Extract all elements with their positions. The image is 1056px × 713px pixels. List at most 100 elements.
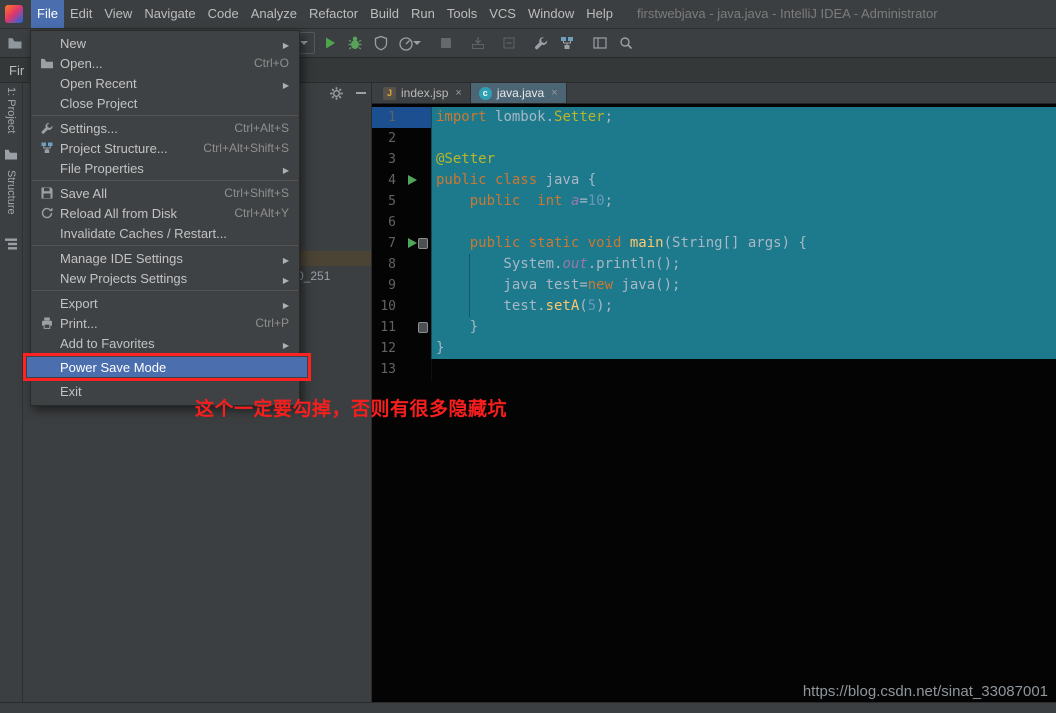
menu-item-export[interactable]: Export [31,293,299,313]
menubar-item-help[interactable]: Help [580,0,619,28]
close-tab-icon[interactable] [455,87,461,99]
code-text[interactable]: import lombok.Setter; [431,107,1056,128]
menu-item-print[interactable]: Print... Ctrl+P [31,313,299,333]
tab-java-java[interactable]: c java.java [470,83,567,103]
code-token: new [587,277,622,293]
menu-item-reload-all-from-disk[interactable]: Reload All from Disk Ctrl+Alt+Y [31,203,299,223]
intellij-window: File Edit View Navigate Code Analyze Ref… [0,0,1056,713]
debug-icon[interactable] [345,33,365,53]
close-tab-icon[interactable] [551,87,557,99]
breadcrumb[interactable]: Fir [9,63,24,78]
code-text[interactable] [431,359,1056,380]
menu-item-file-properties[interactable]: File Properties [31,158,299,178]
code-text[interactable]: System.out.println(); [431,254,1056,275]
gutter-cell[interactable]: 3 [372,149,431,170]
menubar-item-run[interactable]: Run [405,0,441,28]
menu-item-open-recent[interactable]: Open Recent [31,73,299,93]
gutter-marker-icon[interactable] [418,322,428,333]
tree-selected-row[interactable] [300,251,371,266]
tree-item-label[interactable]: 0_251 [297,269,330,283]
run-gutter-icon[interactable] [408,175,417,185]
menu-item-manage-ide-settings[interactable]: Manage IDE Settings [31,248,299,268]
gutter-cell[interactable]: 4 [372,170,431,191]
code-text[interactable]: test.setA(5); [431,296,1056,317]
menubar-item-navigate[interactable]: Navigate [138,0,201,28]
project-folder-icon[interactable] [4,147,18,161]
gutter-cell[interactable]: 10 [372,296,431,317]
menu-item-invalidate-caches[interactable]: Invalidate Caches / Restart... [31,223,299,243]
tab-index-jsp[interactable]: J index.jsp [375,83,471,103]
run-icon[interactable] [320,33,340,53]
search-everywhere-icon[interactable] [616,33,636,53]
layout-editor-icon[interactable] [590,33,610,53]
hide-panel-icon[interactable] [353,85,369,101]
menubar-item-vcs[interactable]: VCS [483,0,522,28]
menu-item-power-save-mode[interactable]: Power Save Mode [27,357,307,377]
menu-separator [32,245,298,246]
menu-item-settings[interactable]: Settings... Ctrl+Alt+S [31,118,299,138]
code-line: 10 test.setA(5); [372,296,1056,317]
line-number: 7 [388,236,396,251]
gutter-cell[interactable]: 12 [372,338,431,359]
settings-wrench-icon[interactable] [531,33,551,53]
gutter-cell[interactable]: 2 [372,128,431,149]
code-text[interactable]: java test=new java(); [431,275,1056,296]
submenu-arrow-icon [283,271,289,286]
code-text[interactable]: public class java { [431,170,1056,191]
code-text[interactable]: public int a=10; [431,191,1056,212]
run-with-coverage-icon[interactable] [371,33,391,53]
gear-icon[interactable] [328,85,344,101]
annotation-red-box: Power Save Mode [23,353,311,381]
menubar-item-window[interactable]: Window [522,0,580,28]
code-text[interactable]: @Setter [431,149,1056,170]
code-line: 9 java test=new java(); [372,275,1056,296]
code-token: public int [469,193,571,209]
menubar-item-code[interactable]: Code [202,0,245,28]
code-text[interactable]: public static void main(String[] args) { [431,233,1056,254]
gutter-cell[interactable]: 5 [372,191,431,212]
gutter-cell[interactable]: 1 [372,107,431,128]
run-gutter-icon[interactable] [408,238,417,248]
gutter-cell[interactable]: 9 [372,275,431,296]
menu-item-open[interactable]: Open... Ctrl+O [31,53,299,73]
tool-window-button-structure[interactable]: Structure [5,170,17,215]
open-folder-icon[interactable] [5,33,25,53]
menu-item-close-project[interactable]: Close Project [31,93,299,113]
code-text[interactable]: } [431,338,1056,359]
gutter-cell[interactable]: 11 [372,317,431,338]
menu-item-save-all[interactable]: Save All Ctrl+Shift+S [31,183,299,203]
line-number: 1 [388,110,396,125]
gutter-marker-icon[interactable] [418,238,428,249]
menubar-item-view[interactable]: View [98,0,138,28]
menubar-item-build[interactable]: Build [364,0,405,28]
project-structure-icon[interactable] [557,33,577,53]
gutter-cell[interactable]: 13 [372,359,431,380]
menubar-item-analyze[interactable]: Analyze [245,0,303,28]
menubar-item-tools[interactable]: Tools [441,0,483,28]
gutter-cell[interactable]: 7 [372,233,431,254]
menu-item-new-projects-settings[interactable]: New Projects Settings [31,268,299,288]
open-in-new-icon [499,33,519,53]
profiler-caret-icon[interactable] [412,33,422,53]
menubar-item-refactor[interactable]: Refactor [303,0,364,28]
gutter-cell[interactable]: 6 [372,212,431,233]
code-text[interactable]: } [431,317,1056,338]
menu-separator [32,115,298,116]
gutter-cell[interactable]: 8 [372,254,431,275]
tool-window-button-project[interactable]: 1: Project [5,87,17,133]
code-token: } [436,340,445,356]
menu-item-add-to-favorites[interactable]: Add to Favorites [31,333,299,353]
menu-shortcut: Ctrl+Shift+S [224,186,289,200]
code-line: 4 public class java { [372,170,1056,191]
watermark: https://blog.csdn.net/sinat_33087001 [802,683,1048,700]
menu-item-new[interactable]: New [31,33,299,53]
wrench-icon [38,121,56,135]
menubar-item-file[interactable]: File [31,0,64,28]
code-token: .println(); [587,256,681,272]
menu-item-project-structure[interactable]: Project Structure... Ctrl+Alt+Shift+S [31,138,299,158]
menubar-item-edit[interactable]: Edit [64,0,98,28]
code-text[interactable] [431,212,1056,233]
line-number: 9 [388,278,396,293]
code-text[interactable] [431,128,1056,149]
structure-tool-icon[interactable] [4,237,18,251]
